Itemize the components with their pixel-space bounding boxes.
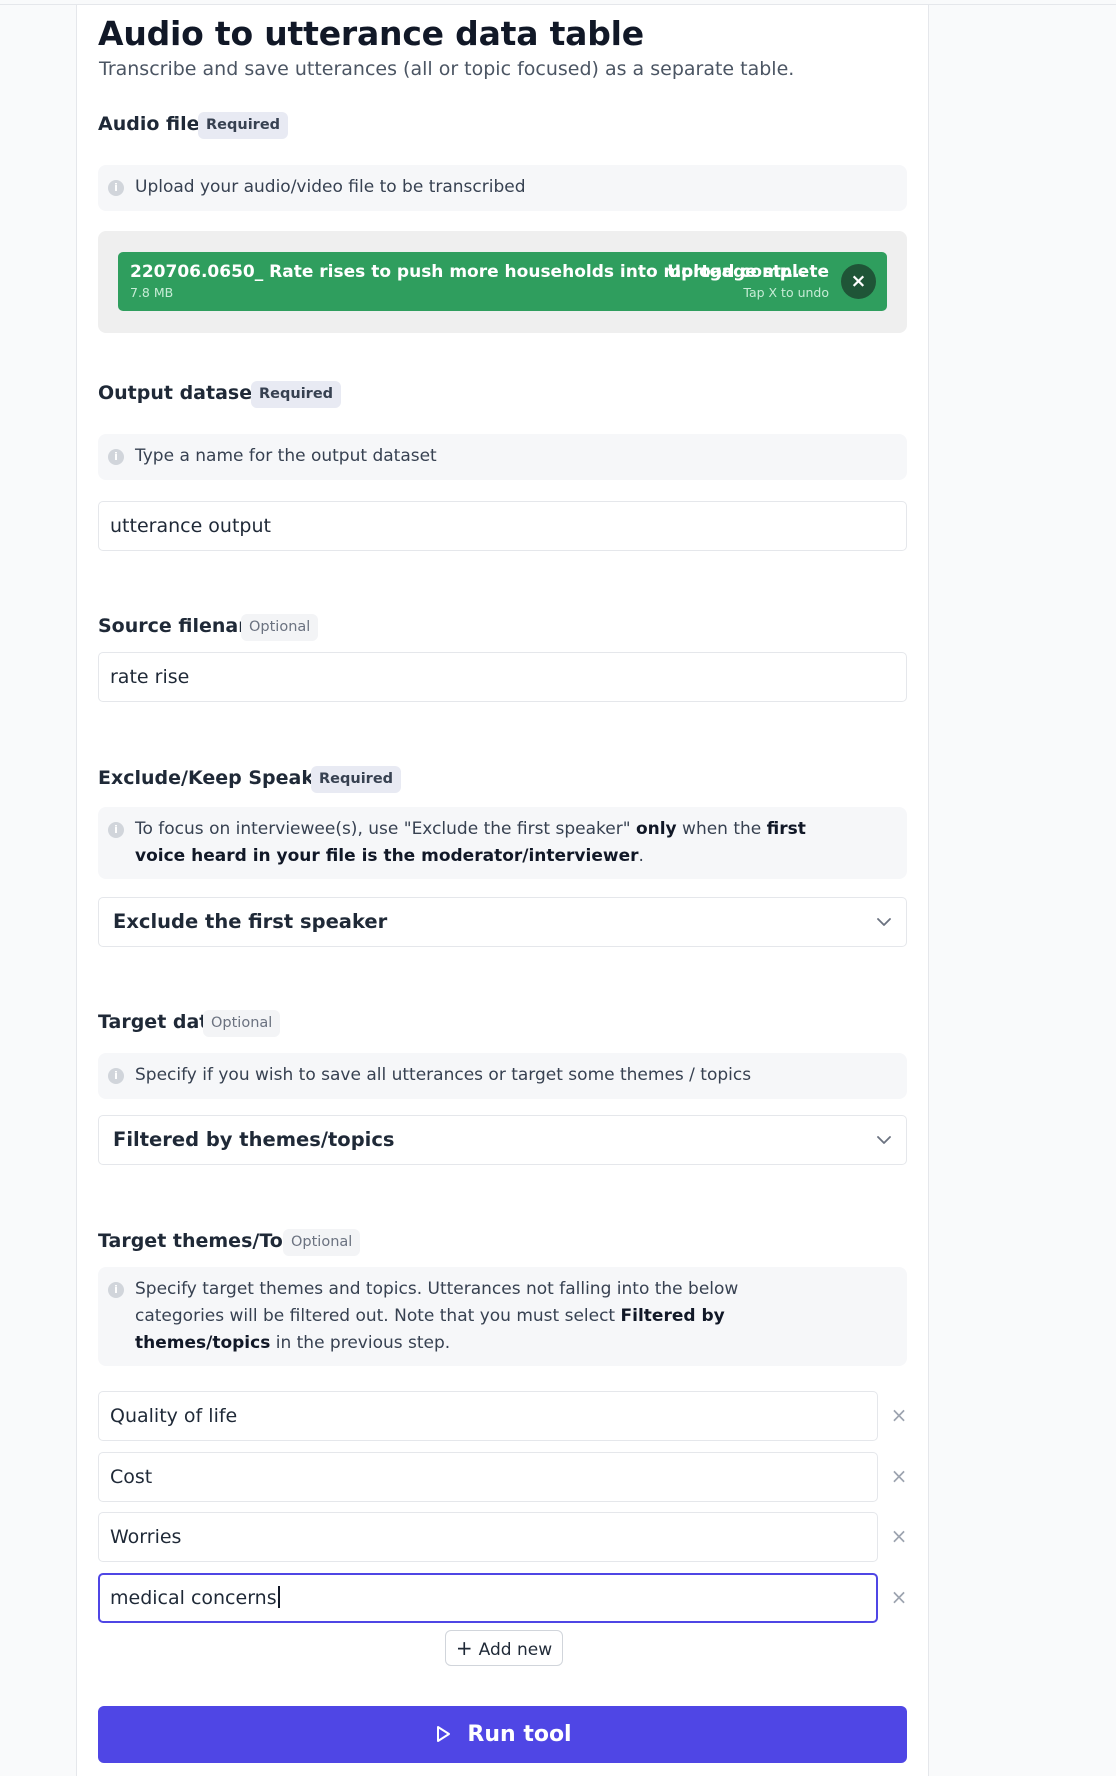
target-data-hint: i Specify if you wish to save all uttera… [98,1053,907,1099]
add-topic-label: Add new [478,1640,553,1660]
output-dataset-label: Output dataset [98,382,262,404]
remove-topic-close-icon[interactable]: × [889,1405,909,1425]
target-data-optional-badge: Optional [203,1010,281,1037]
source-filename-optional-badge: Optional [241,614,319,641]
play-icon [437,1726,451,1742]
upload-undo-hint: Tap X to undo [743,285,829,300]
add-topic-button[interactable]: + Add new [445,1630,563,1666]
speaker-hint-line1: To focus on interviewee(s), use "Exclude… [135,819,806,839]
speaker-required-badge: Required [311,766,402,793]
info-icon: i [108,180,124,196]
target-topics-hint: i Specify target themes and topics. Utte… [98,1267,907,1366]
chevron-down-icon [877,918,891,926]
tool-form-card: Audio to utterance data table Transcribe… [76,5,929,1776]
uploaded-file-bar: 220706.0650_ Rate rises to push more hou… [118,252,887,311]
topic-input[interactable]: Worries [98,1512,878,1562]
target-topics-hint-line1: Specify target themes and topics. Uttera… [135,1279,739,1299]
run-tool-button[interactable]: Run tool [98,1706,907,1763]
remove-topic-close-icon[interactable]: × [889,1587,909,1607]
output-dataset-input[interactable]: utterance output [98,501,907,551]
speaker-hint-line2: voice heard in your file is the moderato… [135,846,644,866]
info-icon: i [108,822,124,838]
uploaded-file-size: 7.8 MB [130,285,174,300]
info-icon: i [108,1282,124,1298]
target-data-select[interactable]: Filtered by themes/topics [98,1115,907,1165]
speaker-select[interactable]: Exclude the first speaker [98,897,907,947]
target-topics-hint-line2: categories will be filtered out. Note th… [135,1306,725,1326]
upload-status: Upload complete [667,262,829,282]
chevron-down-icon [877,1136,891,1144]
speaker-hint: i To focus on interviewee(s), use "Exclu… [98,807,907,879]
speaker-selected-value: Exclude the first speaker [113,910,388,933]
audio-file-hint: i Upload your audio/video file to be tra… [98,165,907,211]
run-tool-label: Run tool [467,1722,572,1747]
target-topics-hint-line3: themes/topics in the previous step. [135,1333,451,1353]
topic-input[interactable]: Cost [98,1452,878,1502]
info-icon: i [108,1068,124,1084]
upload-dropzone[interactable]: 220706.0650_ Rate rises to push more hou… [98,231,907,333]
output-dataset-required-badge: Required [251,381,342,408]
audio-file-required-badge: Required [198,112,289,139]
topic-input-focused[interactable]: medical concerns [98,1573,878,1623]
topic-input[interactable]: Quality of life [98,1391,878,1441]
output-dataset-hint-text: Type a name for the output dataset [135,446,437,466]
page-title: Audio to utterance data table [98,14,644,53]
audio-file-hint-text: Upload your audio/video file to be trans… [135,177,526,197]
text-caret [277,1586,280,1608]
output-dataset-hint: i Type a name for the output dataset [98,434,907,480]
info-icon: i [108,449,124,465]
audio-file-label: Audio file [98,113,200,135]
target-data-selected-value: Filtered by themes/topics [113,1128,395,1151]
remove-upload-close-icon[interactable]: × [841,264,876,299]
remove-topic-close-icon[interactable]: × [889,1466,909,1486]
page-subtitle: Transcribe and save utterances (all or t… [99,58,795,80]
remove-topic-close-icon[interactable]: × [889,1526,909,1546]
source-filename-input[interactable]: rate rise [98,652,907,702]
topic-input-value: medical concerns [110,1587,277,1609]
plus-icon: + [455,1636,473,1660]
target-topics-optional-badge: Optional [283,1229,361,1256]
speaker-label: Exclude/Keep Speaker [98,767,336,789]
target-data-hint-text: Specify if you wish to save all utteranc… [135,1065,752,1085]
